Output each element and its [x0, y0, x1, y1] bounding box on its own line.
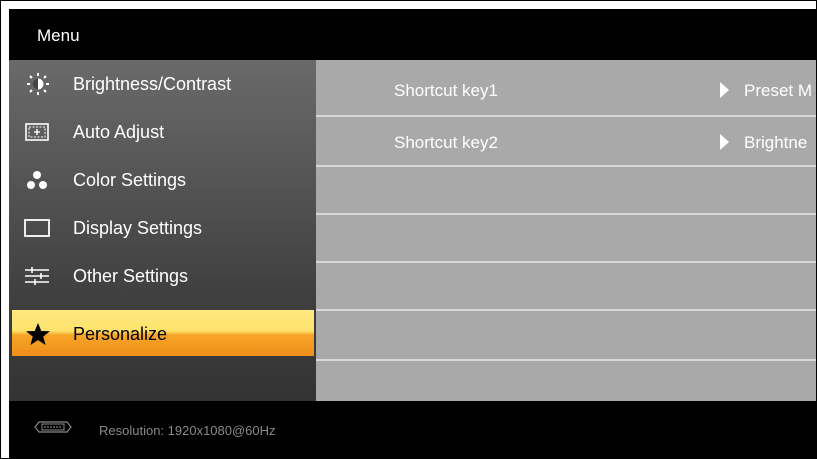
row-label: Shortcut key1: [394, 81, 498, 100]
sidebar-item-label: Display Settings: [73, 218, 203, 238]
display-rect-icon: [24, 219, 50, 237]
color-dots-icon: [27, 171, 47, 189]
menu-header: Menu: [9, 9, 816, 60]
arrow-right-icon: [720, 82, 729, 98]
sidebar-item-label: Personalize: [73, 324, 168, 344]
row-value: Brightne: [744, 133, 808, 152]
shortcut-key2-row[interactable]: Shortcut key2 Brightne: [316, 117, 816, 165]
vga-connector-icon: [34, 421, 72, 433]
sidebar-item-label: Color Settings: [73, 170, 187, 190]
sidebar-item-color-settings[interactable]: Color Settings: [9, 156, 316, 204]
sidebar-item-display-settings[interactable]: Display Settings: [9, 204, 316, 252]
sidebar-item-other-settings[interactable]: Other Settings: [9, 252, 316, 300]
sidebar-item-label: Brightness/Contrast: [73, 74, 232, 94]
brightness-icon: [27, 73, 49, 95]
shortcut-key1-row[interactable]: Shortcut key1 Preset M: [316, 65, 816, 113]
row-divider: [316, 359, 816, 361]
osd-window-frame: Menu Brightness/Contrast Auto Adjust Col…: [0, 0, 817, 459]
row-value: Preset M: [744, 81, 813, 100]
menu-title: Menu: [37, 26, 80, 45]
auto-adjust-icon: [25, 123, 49, 141]
row-label: Shortcut key2: [394, 133, 498, 152]
sidebar-item-label: Other Settings: [73, 266, 189, 286]
content-panel: Shortcut key1 Preset M Shortcut key2 Bri…: [316, 60, 816, 401]
arrow-right-icon: [720, 134, 729, 150]
star-icon: [26, 323, 50, 345]
row-divider: [316, 261, 816, 263]
sidebar-item-brightness-contrast[interactable]: Brightness/Contrast: [9, 60, 316, 108]
sidebar-item-auto-adjust[interactable]: Auto Adjust: [9, 108, 316, 156]
row-divider: [316, 213, 816, 215]
sidebar-item-personalize[interactable]: Personalize: [12, 310, 314, 356]
row-divider: [316, 309, 816, 311]
row-divider: [316, 165, 816, 167]
osd-menu: Menu Brightness/Contrast Auto Adjust Col…: [9, 9, 816, 458]
status-footer: Resolution: 1920x1080@60Hz: [9, 401, 816, 458]
sidebar: Brightness/Contrast Auto Adjust Color Se…: [9, 60, 316, 401]
sliders-icon: [25, 267, 49, 285]
sidebar-item-label: Auto Adjust: [73, 122, 165, 142]
resolution-text: Resolution: 1920x1080@60Hz: [99, 423, 276, 438]
